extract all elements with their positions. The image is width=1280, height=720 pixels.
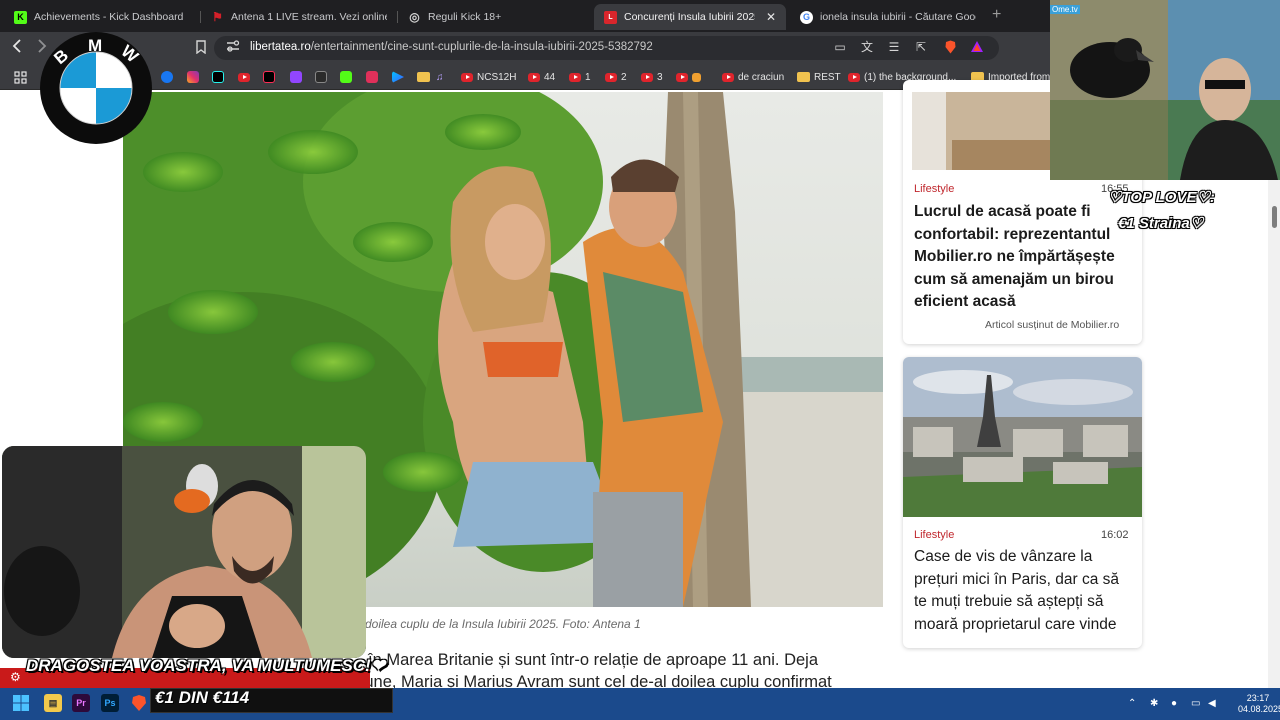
file-explorer-icon[interactable]: ▤ bbox=[44, 694, 62, 712]
bookmark-de-craciun[interactable]: de craciun bbox=[722, 69, 784, 85]
photoshop-icon[interactable]: Ps bbox=[101, 694, 119, 712]
instagram-icon[interactable] bbox=[187, 69, 199, 85]
kick-icon: K bbox=[14, 10, 27, 24]
brave-icon[interactable] bbox=[130, 694, 148, 712]
reader-mode-icon[interactable]: ☰ bbox=[887, 40, 901, 54]
site-info-icon[interactable] bbox=[226, 40, 240, 54]
gear-icon[interactable]: ⚙ bbox=[10, 670, 21, 684]
volume-icon[interactable]: ◀ bbox=[1208, 698, 1216, 709]
youtube-icon bbox=[676, 72, 688, 82]
url-text[interactable]: libertatea.ro/entertainment/cine-sunt-cu… bbox=[250, 41, 653, 53]
tab-antena-live[interactable]: ⚑ Antena 1 LIVE stream. Vezi online pe bbox=[201, 4, 397, 30]
photo-caption: doilea cuplu de la Insula Iubirii 2025. … bbox=[365, 617, 641, 631]
folder-icon bbox=[797, 72, 810, 82]
system-clock[interactable]: 23:17 04.08.2025 bbox=[1238, 693, 1280, 715]
tab-title: ionela insula iubirii - Căutare Google bbox=[820, 11, 976, 23]
card-title[interactable]: Lucrul de acasă poate fi confortabil: re… bbox=[914, 201, 1136, 314]
youtube-icon bbox=[528, 72, 540, 82]
youtube-icon bbox=[641, 72, 653, 82]
url-domain: libertatea.ro bbox=[250, 41, 311, 53]
youtube-icon bbox=[605, 72, 617, 82]
windows-start-icon[interactable] bbox=[12, 694, 30, 712]
twitch-icon[interactable] bbox=[290, 69, 302, 85]
bookmark-44[interactable]: 44 bbox=[528, 69, 555, 85]
bookmark-ncs12h[interactable]: NCS12H bbox=[461, 69, 516, 85]
music-icon[interactable]: ♫ bbox=[436, 69, 444, 85]
tab-title: Reguli Kick 18+ bbox=[428, 11, 502, 23]
clock-date: 04.08.2025 bbox=[1238, 704, 1280, 714]
share-icon[interactable]: ⇱ bbox=[914, 40, 928, 54]
tiktok-icon[interactable] bbox=[263, 69, 275, 85]
clock-time: 23:17 bbox=[1246, 693, 1270, 703]
back-icon[interactable] bbox=[11, 39, 23, 57]
youtube-icon[interactable] bbox=[238, 69, 250, 85]
sponsor-note: Articol susținut de Mobilier.ro bbox=[985, 319, 1120, 331]
brave-shields-icon[interactable] bbox=[943, 40, 957, 54]
donation-goal-text: €1 DIN €114 bbox=[155, 688, 250, 707]
tab-kick-dashboard[interactable]: K Achievements - Kick Dashboard bbox=[4, 4, 200, 30]
card-title[interactable]: Case de vis de vânzare la prețuri mici î… bbox=[914, 546, 1136, 636]
tab-google-search[interactable]: G ionela insula iubirii - Căutare Google bbox=[790, 4, 986, 30]
bookmark-page-icon[interactable] bbox=[194, 40, 208, 55]
top-love-label: ♡TOP LOVE♡: bbox=[1108, 189, 1215, 206]
youtube-icon bbox=[461, 72, 473, 82]
bookmark-2[interactable]: 2 bbox=[605, 69, 627, 85]
folder-icon[interactable] bbox=[417, 69, 430, 85]
libertatea-icon: L bbox=[604, 10, 617, 24]
top-love-donor: €1 Straina♡ bbox=[1118, 215, 1204, 232]
youtube-icon bbox=[722, 72, 734, 82]
microphone-icon[interactable]: ● bbox=[1171, 698, 1177, 709]
url-path: /entertainment/cine-sunt-cuplurile-de-la… bbox=[310, 41, 653, 53]
bookmark-1[interactable]: 1 bbox=[569, 69, 591, 85]
omegle-video-feed bbox=[1050, 0, 1280, 180]
card-image bbox=[903, 357, 1142, 517]
globe-icon: ◎ bbox=[409, 10, 420, 24]
gift-icon bbox=[692, 72, 701, 82]
tab-title: Antena 1 LIVE stream. Vezi online pe bbox=[231, 11, 387, 23]
streamer-webcam bbox=[2, 446, 366, 658]
card-category[interactable]: Lifestyle bbox=[914, 183, 954, 195]
bookmark-rest[interactable]: REST bbox=[797, 69, 841, 85]
bookmark-app[interactable] bbox=[676, 69, 701, 85]
tab-reguli-kick[interactable]: ◎ Reguli Kick 18+ bbox=[398, 4, 594, 30]
bmw-letter: M bbox=[88, 36, 102, 55]
youtube-icon bbox=[569, 72, 581, 82]
bmw-logo: B M W bbox=[40, 32, 152, 144]
network-icon[interactable]: ▭ bbox=[1191, 698, 1200, 709]
bookmark-3[interactable]: 3 bbox=[641, 69, 663, 85]
scrollbar-thumb[interactable] bbox=[1272, 206, 1277, 228]
chevron-up-icon[interactable]: ⌃ bbox=[1128, 698, 1136, 709]
premiere-icon[interactable]: Pr bbox=[72, 694, 90, 712]
translate-icon[interactable]: 文 bbox=[860, 40, 874, 54]
article-text-line: în Marea Britanie și sunt într-o relație… bbox=[368, 651, 819, 669]
omegle-brand-label: Ome.tv bbox=[1050, 5, 1080, 14]
new-tab-button[interactable]: + bbox=[992, 6, 1001, 24]
bluetooth-icon[interactable]: ✱ bbox=[1150, 698, 1158, 709]
tab-insula-iubirii[interactable]: L Concurenți Insula Iubirii 2025. Lis ✕ bbox=[594, 4, 786, 30]
close-tab-icon[interactable]: ✕ bbox=[766, 10, 776, 24]
youtube-icon bbox=[848, 72, 860, 82]
card-category[interactable]: Lifestyle bbox=[914, 529, 954, 541]
tab-title: Achievements - Kick Dashboard bbox=[34, 11, 184, 23]
antena-icon: ⚑ bbox=[212, 10, 223, 24]
tiktok-icon[interactable] bbox=[212, 69, 224, 85]
page-scrollbar[interactable] bbox=[1268, 92, 1280, 688]
brave-rewards-icon[interactable] bbox=[970, 40, 984, 54]
thanks-banner: DRAGOSTEA VOASTRA, VA MULTUMESC!❤ bbox=[26, 656, 385, 675]
cast-icon[interactable]: ▭ bbox=[833, 40, 847, 54]
play-store-icon[interactable] bbox=[392, 69, 404, 85]
fl-studio-icon[interactable] bbox=[315, 69, 327, 85]
card-time: 16:02 bbox=[1101, 529, 1129, 541]
facebook-icon[interactable] bbox=[161, 69, 173, 85]
app-icon[interactable] bbox=[366, 69, 378, 85]
google-icon: G bbox=[800, 10, 813, 24]
apps-icon[interactable] bbox=[14, 69, 27, 85]
tab-title: Concurenți Insula Iubirii 2025. Lis bbox=[624, 11, 755, 23]
kick-icon[interactable] bbox=[340, 69, 352, 85]
